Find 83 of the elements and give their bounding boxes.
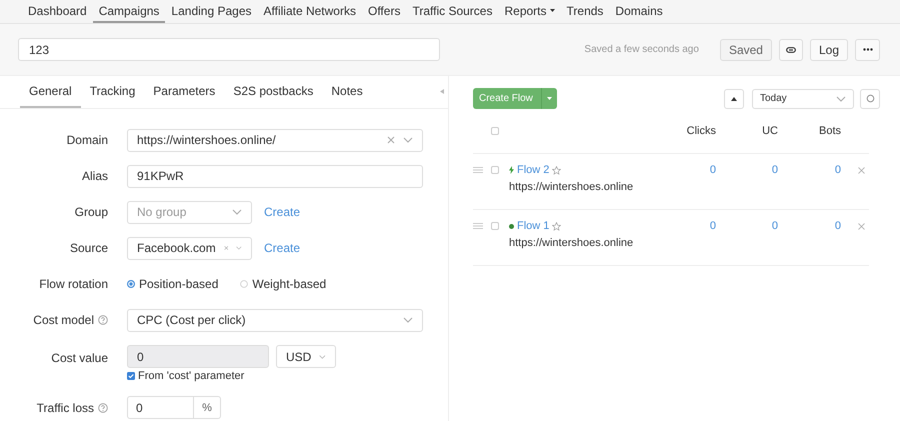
stat-value: 0 (770, 220, 778, 232)
help-icon (98, 402, 108, 412)
clear-icon[interactable] (224, 244, 228, 252)
alias-field[interactable]: 91KPwR (127, 164, 423, 188)
status-dot-icon (509, 224, 514, 228)
chevron-down-icon (403, 317, 413, 323)
chevron-down-icon (836, 96, 846, 102)
flow-url: https://wintershoes.online (509, 237, 634, 249)
more-icon (862, 48, 872, 51)
field-label: Cost model (33, 313, 94, 327)
tab[interactable]: Tracking (80, 76, 144, 108)
delete-icon[interactable] (858, 166, 865, 174)
tab[interactable]: S2S postbacks (224, 76, 322, 108)
field-label: Flow rotation (39, 277, 108, 291)
nav-tab[interactable]: Domains (609, 0, 669, 23)
collapse-icon[interactable] (440, 89, 444, 94)
select-value: https://wintershoes.online/ (137, 133, 277, 147)
link-icon (786, 46, 796, 52)
caret-up-icon (731, 96, 737, 100)
help-icon (98, 315, 108, 325)
field-label: Source (70, 241, 108, 255)
stat-value: 0 (708, 164, 716, 176)
clear-icon[interactable] (387, 136, 395, 144)
select-value: Facebook.com (137, 241, 216, 255)
column-header: Clicks (686, 125, 716, 137)
checkbox-label: From 'cost' parameter (138, 370, 244, 382)
caret-icon (546, 97, 552, 100)
period-select[interactable]: Today (752, 88, 854, 108)
refresh-button[interactable] (860, 88, 880, 108)
column-header: Bots (818, 125, 841, 137)
tab[interactable]: General (20, 76, 81, 108)
traffic-loss-field[interactable]: 0 % (127, 396, 221, 419)
field-label: Traffic loss (36, 400, 94, 414)
log-button[interactable]: Log (810, 38, 848, 60)
chevron-down-icon (403, 137, 413, 143)
field-label: Domain (66, 133, 108, 147)
radio-button[interactable] (127, 280, 135, 288)
caret-icon (550, 9, 555, 12)
lightning-icon (509, 166, 514, 174)
select-field[interactable]: https://wintershoes.online/ (127, 128, 423, 152)
chevron-down-icon (236, 245, 242, 251)
stat-value: 0 (708, 220, 716, 232)
radio-label: Weight-based (252, 277, 326, 291)
field-label: Cost value (51, 351, 108, 365)
checkbox[interactable] (491, 166, 499, 174)
chevron-down-icon (319, 354, 326, 360)
tab[interactable]: Notes (322, 76, 372, 108)
checkbox[interactable] (491, 127, 499, 135)
nav-tab[interactable]: Offers (362, 0, 406, 23)
delete-icon[interactable] (858, 222, 865, 230)
select-value: CPC (Cost per click) (137, 313, 247, 327)
link-button[interactable] (778, 38, 803, 60)
nav-tab[interactable]: Affiliate Networks (258, 0, 362, 23)
radio-label: Position-based (139, 277, 218, 291)
nav-tab[interactable]: Trends (560, 0, 610, 23)
select-field[interactable]: Facebook.com (127, 236, 252, 260)
unit-label: % (193, 397, 220, 418)
checkbox[interactable] (491, 222, 499, 230)
chevron-down-icon (232, 209, 242, 215)
stat-value: 0 (834, 164, 841, 176)
stat-value: 0 (770, 164, 778, 176)
field-label: Group (74, 205, 108, 219)
nav-tab[interactable]: Traffic Sources (406, 0, 498, 23)
column-header: UC (761, 125, 778, 137)
sort-button[interactable] (724, 88, 744, 108)
field-label: Alias (82, 169, 108, 183)
more-button[interactable] (855, 38, 880, 60)
campaign-name-field[interactable]: 123 (18, 38, 440, 61)
nav-tab[interactable]: Landing Pages (165, 0, 258, 23)
radio-button[interactable] (240, 280, 248, 288)
star-icon[interactable] (552, 166, 562, 174)
stat-value: 0 (834, 220, 841, 232)
drag-handle-icon[interactable] (473, 167, 483, 173)
nav-tab[interactable]: Dashboard (22, 0, 93, 23)
nav-tab[interactable]: Reports (498, 0, 561, 23)
select-placeholder: No group (137, 205, 188, 219)
refresh-icon (866, 94, 874, 103)
tab[interactable]: Parameters (144, 76, 224, 108)
save-status: Saved a few seconds ago (584, 44, 699, 55)
drag-handle-icon[interactable] (473, 223, 483, 229)
select-field[interactable]: CPC (Cost per click) (127, 308, 423, 332)
flow-url: https://wintershoes.online (509, 181, 634, 193)
star-icon[interactable] (552, 222, 562, 230)
